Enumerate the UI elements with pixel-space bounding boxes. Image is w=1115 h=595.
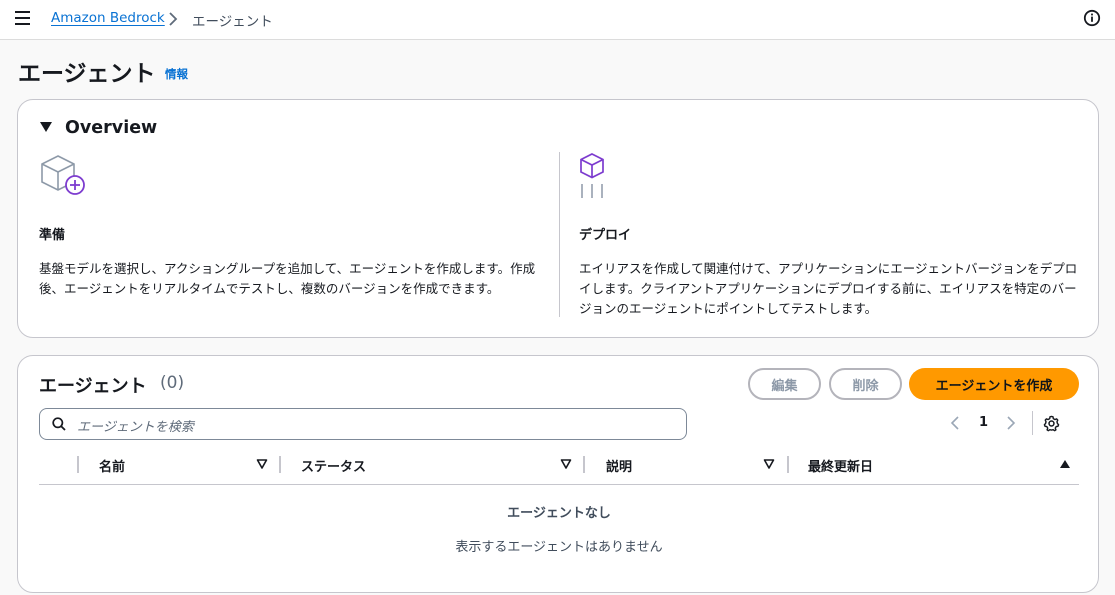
column-divider xyxy=(77,456,79,473)
breadcrumb-amazon-bedrock[interactable]: Amazon Bedrock xyxy=(51,10,165,26)
edit-button[interactable]: 編集 xyxy=(748,368,821,400)
deploy-heading: デプロイ xyxy=(579,228,632,243)
empty-state-title: エージェントなし xyxy=(507,506,611,521)
deploy-text: エイリアスを作成して関連付けて、アプリケーションにエージェントバージョンをデプロ… xyxy=(579,261,1078,316)
overview-divider xyxy=(559,152,560,317)
menu-icon[interactable] xyxy=(15,11,33,27)
prepare-text: 基盤モデルを選択し、アクショングループを追加して、エージェントを作成します。作成… xyxy=(39,261,536,296)
breadcrumb-current: エージェント xyxy=(192,14,273,30)
column-name[interactable]: 名前 xyxy=(99,456,125,475)
chevron-right-icon[interactable] xyxy=(1006,416,1016,430)
deploy-section: デプロイ エイリアスを作成して関連付けて、アプリケーションにエージェントバージョ… xyxy=(579,152,1084,319)
sort-icon[interactable] xyxy=(560,458,572,470)
page-title: エージェント xyxy=(18,61,156,87)
search-placeholder: エージェントを検索 xyxy=(77,420,194,435)
column-description[interactable]: 説明 xyxy=(606,456,632,475)
column-divider xyxy=(787,456,789,473)
sort-ascending-icon[interactable] xyxy=(1059,458,1071,470)
chevron-right-icon xyxy=(169,12,178,26)
column-status[interactable]: ステータス xyxy=(301,456,366,475)
sort-icon[interactable] xyxy=(256,458,268,470)
overview-title[interactable]: Overview xyxy=(65,118,157,138)
sort-icon[interactable] xyxy=(763,458,775,470)
search-input[interactable]: エージェントを検索 xyxy=(39,408,687,440)
cube-deploy-icon xyxy=(580,153,604,198)
table-header: 名前 ステータス 説明 最終更新日 xyxy=(39,453,1079,485)
info-link[interactable]: 情報 xyxy=(165,66,188,82)
pagination-divider xyxy=(1032,411,1033,435)
chevron-left-icon[interactable] xyxy=(950,416,960,430)
overview-panel: Overview 準備 基盤モデルを選択し、アクショングループを追加して、エージ… xyxy=(17,99,1099,338)
settings-gear-icon[interactable] xyxy=(1043,415,1060,432)
prepare-section: 準備 基盤モデルを選択し、アクショングループを追加して、エージェントを作成します… xyxy=(39,152,544,299)
caret-down-icon[interactable] xyxy=(39,120,53,134)
search-icon xyxy=(52,417,66,431)
column-last-updated[interactable]: 最終更新日 xyxy=(808,456,873,475)
column-divider xyxy=(279,456,281,473)
agents-table-panel: エージェント (0) 編集 削除 エージェントを作成 エージェントを検索 1 名… xyxy=(17,355,1099,593)
page-number[interactable]: 1 xyxy=(979,415,988,430)
empty-state-text: 表示するエージェントはありません xyxy=(455,540,663,555)
cube-add-icon xyxy=(41,155,85,195)
info-icon[interactable] xyxy=(1083,9,1101,27)
create-agent-button[interactable]: エージェントを作成 xyxy=(909,368,1079,400)
delete-button[interactable]: 削除 xyxy=(829,368,902,400)
column-divider xyxy=(583,456,585,473)
agents-count: (0) xyxy=(160,373,185,393)
agents-title: エージェント xyxy=(39,376,147,397)
prepare-heading: 準備 xyxy=(39,228,66,243)
top-bar: Amazon Bedrock エージェント xyxy=(0,0,1115,40)
